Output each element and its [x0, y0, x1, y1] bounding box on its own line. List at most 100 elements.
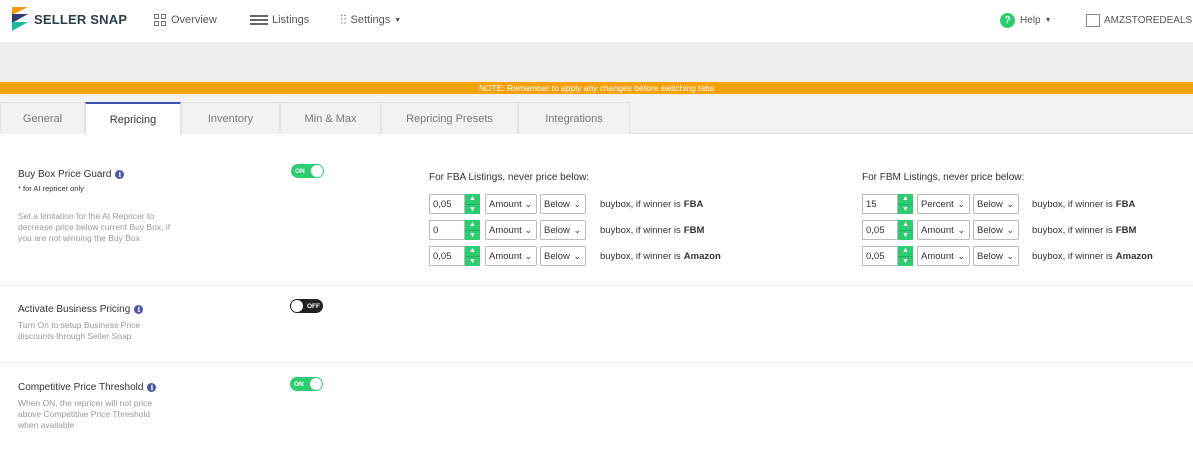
nav-help[interactable]: ? Help ▼ — [1000, 12, 1052, 28]
fba-amazon-type-select[interactable]: Amount ⌄ — [485, 246, 537, 266]
chevron-down-icon: ⌄ — [573, 251, 581, 261]
fbm-fbm-label: buybox, if winner is FBM — [1032, 220, 1136, 240]
fba-fbm-stepper[interactable]: ▲ ▼ — [465, 220, 480, 240]
business-pricing-toggle[interactable]: OFF — [290, 299, 323, 313]
info-icon[interactable]: i — [134, 305, 144, 314]
nav-settings[interactable]: ⫶⫶ Settings ▼ — [340, 12, 401, 28]
fbm-fba-type-select[interactable]: Percent ⌄ — [917, 194, 970, 214]
label-text: buybox, if winner is — [600, 250, 681, 262]
cpt-label: Competitive Price Threshold — [18, 382, 144, 393]
down-arrow-icon[interactable]: ▼ — [465, 203, 480, 215]
nav-settings-label: Settings — [350, 14, 391, 26]
select-value: Amount — [489, 250, 522, 262]
label-text: buybox, if winner is — [1032, 224, 1113, 236]
down-arrow-icon[interactable]: ▼ — [898, 203, 913, 215]
down-arrow-icon[interactable]: ▼ — [465, 229, 480, 241]
chevron-down-icon: ⌄ — [573, 199, 581, 209]
fbm-fba-value-input[interactable]: 15 — [862, 194, 898, 214]
chevron-down-icon: ⌄ — [573, 225, 581, 235]
fbm-fba-stepper[interactable]: ▲ ▼ — [898, 194, 913, 214]
info-icon[interactable]: i — [147, 383, 157, 392]
nav-overview-label: Overview — [171, 14, 217, 26]
business-pricing-label: Activate Business Pricing — [18, 304, 131, 315]
winner-type: Amazon — [683, 250, 721, 262]
tab-general[interactable]: General — [0, 102, 85, 134]
warning-note: NOTE: Remember to apply any changes befo… — [0, 82, 1193, 94]
fba-fba-direction-select[interactable]: Below ⌄ — [540, 194, 586, 214]
nav-listings[interactable]: Listings — [250, 12, 309, 28]
caret-down-icon: ▼ — [394, 16, 402, 24]
top-navbar: SELLER SNAP Overview Listings ⫶⫶ Setting… — [0, 0, 1193, 42]
up-arrow-icon[interactable]: ▲ — [898, 246, 913, 256]
tab-repricing[interactable]: Repricing — [85, 102, 181, 135]
chevron-down-icon: ⌄ — [1006, 199, 1014, 209]
fba-fbm-direction-select[interactable]: Below ⌄ — [540, 220, 586, 240]
store-name: AMZSTOREDEALS — [1104, 14, 1193, 26]
fbm-fbm-type-select[interactable]: Amount ⌄ — [917, 220, 970, 240]
fbm-fbm-value-input[interactable]: 0,05 — [862, 220, 898, 240]
winner-type: Amazon — [1115, 250, 1153, 262]
toggle-state-label: ON — [295, 167, 305, 175]
fba-amazon-direction-select[interactable]: Below ⌄ — [540, 246, 586, 266]
fba-heading: For FBA Listings, never price below: — [429, 172, 590, 183]
fba-amazon-value-input[interactable]: 0,05 — [429, 246, 465, 266]
select-value: Below — [977, 250, 1003, 262]
chevron-down-icon: ⌄ — [957, 251, 965, 261]
nav-store-account[interactable]: AMZSTOREDEALS ▼ — [1086, 12, 1193, 28]
up-arrow-icon[interactable]: ▲ — [465, 220, 480, 230]
up-arrow-icon[interactable]: ▲ — [465, 246, 480, 256]
caret-down-icon: ▼ — [1044, 16, 1052, 24]
help-icon: ? — [1000, 12, 1015, 28]
label-text: buybox, if winner is — [1032, 198, 1113, 210]
tab-min-max[interactable]: Min & Max — [280, 102, 381, 134]
toggle-knob — [291, 300, 303, 312]
buybox-guard-toggle[interactable]: ON — [291, 164, 324, 178]
select-value: Percent — [921, 198, 954, 210]
fba-amazon-stepper[interactable]: ▲ ▼ — [465, 246, 480, 266]
fba-fba-type-select[interactable]: Amount ⌄ — [485, 194, 537, 214]
down-arrow-icon[interactable]: ▼ — [898, 229, 913, 241]
info-icon[interactable]: i — [115, 170, 125, 179]
fba-fba-value-input[interactable]: 0,05 — [429, 194, 465, 214]
tab-integrations[interactable]: Integrations — [518, 102, 630, 134]
cpt-description: When ON, the repricer will not price abo… — [18, 398, 153, 430]
label-text: buybox, if winner is — [1032, 250, 1113, 262]
cpt-title: Competitive Price Threshold i — [18, 382, 157, 393]
fba-fba-stepper[interactable]: ▲ ▼ — [465, 194, 480, 214]
cpt-toggle[interactable]: ON — [290, 377, 323, 391]
brand-logo[interactable]: SELLER SNAP — [12, 6, 127, 32]
fbm-fbm-direction-select[interactable]: Below ⌄ — [973, 220, 1019, 240]
settings-tabs: General Repricing Inventory Min & Max Re… — [0, 94, 1193, 135]
select-value: Below — [977, 198, 1003, 210]
fbm-amazon-stepper[interactable]: ▲ ▼ — [898, 246, 913, 266]
store-icon — [1086, 13, 1100, 27]
up-arrow-icon[interactable]: ▲ — [465, 194, 480, 204]
logo-icon — [12, 7, 28, 31]
fbm-fbm-stepper[interactable]: ▲ ▼ — [898, 220, 913, 240]
fbm-amazon-type-select[interactable]: Amount ⌄ — [917, 246, 970, 266]
tab-inventory[interactable]: Inventory — [181, 102, 280, 134]
fba-fbm-value-input[interactable]: 0 — [429, 220, 465, 240]
down-arrow-icon[interactable]: ▼ — [465, 255, 480, 267]
ai-repricer-note: * for AI repricer only — [18, 184, 84, 193]
select-value: Below — [544, 224, 570, 236]
header-band — [0, 42, 1193, 82]
up-arrow-icon[interactable]: ▲ — [898, 194, 913, 204]
toggle-state-label: ON — [294, 380, 304, 388]
down-arrow-icon[interactable]: ▼ — [898, 255, 913, 267]
chevron-down-icon: ⌄ — [524, 251, 532, 261]
fbm-amazon-direction-select[interactable]: Below ⌄ — [973, 246, 1019, 266]
label-text: buybox, if winner is — [600, 198, 681, 210]
fba-fbm-type-select[interactable]: Amount ⌄ — [485, 220, 537, 240]
up-arrow-icon[interactable]: ▲ — [898, 220, 913, 230]
chevron-down-icon: ⌄ — [524, 199, 532, 209]
fbm-amazon-value-input[interactable]: 0,05 — [862, 246, 898, 266]
fbm-fba-direction-select[interactable]: Below ⌄ — [973, 194, 1019, 214]
toggle-knob — [310, 378, 322, 390]
brand-name: SELLER SNAP — [34, 11, 128, 27]
nav-overview[interactable]: Overview — [154, 12, 217, 28]
chevron-down-icon: ⌄ — [1006, 251, 1014, 261]
tab-repricing-presets[interactable]: Repricing Presets — [381, 102, 518, 134]
select-value: Amount — [921, 250, 954, 262]
select-value: Amount — [489, 224, 522, 236]
